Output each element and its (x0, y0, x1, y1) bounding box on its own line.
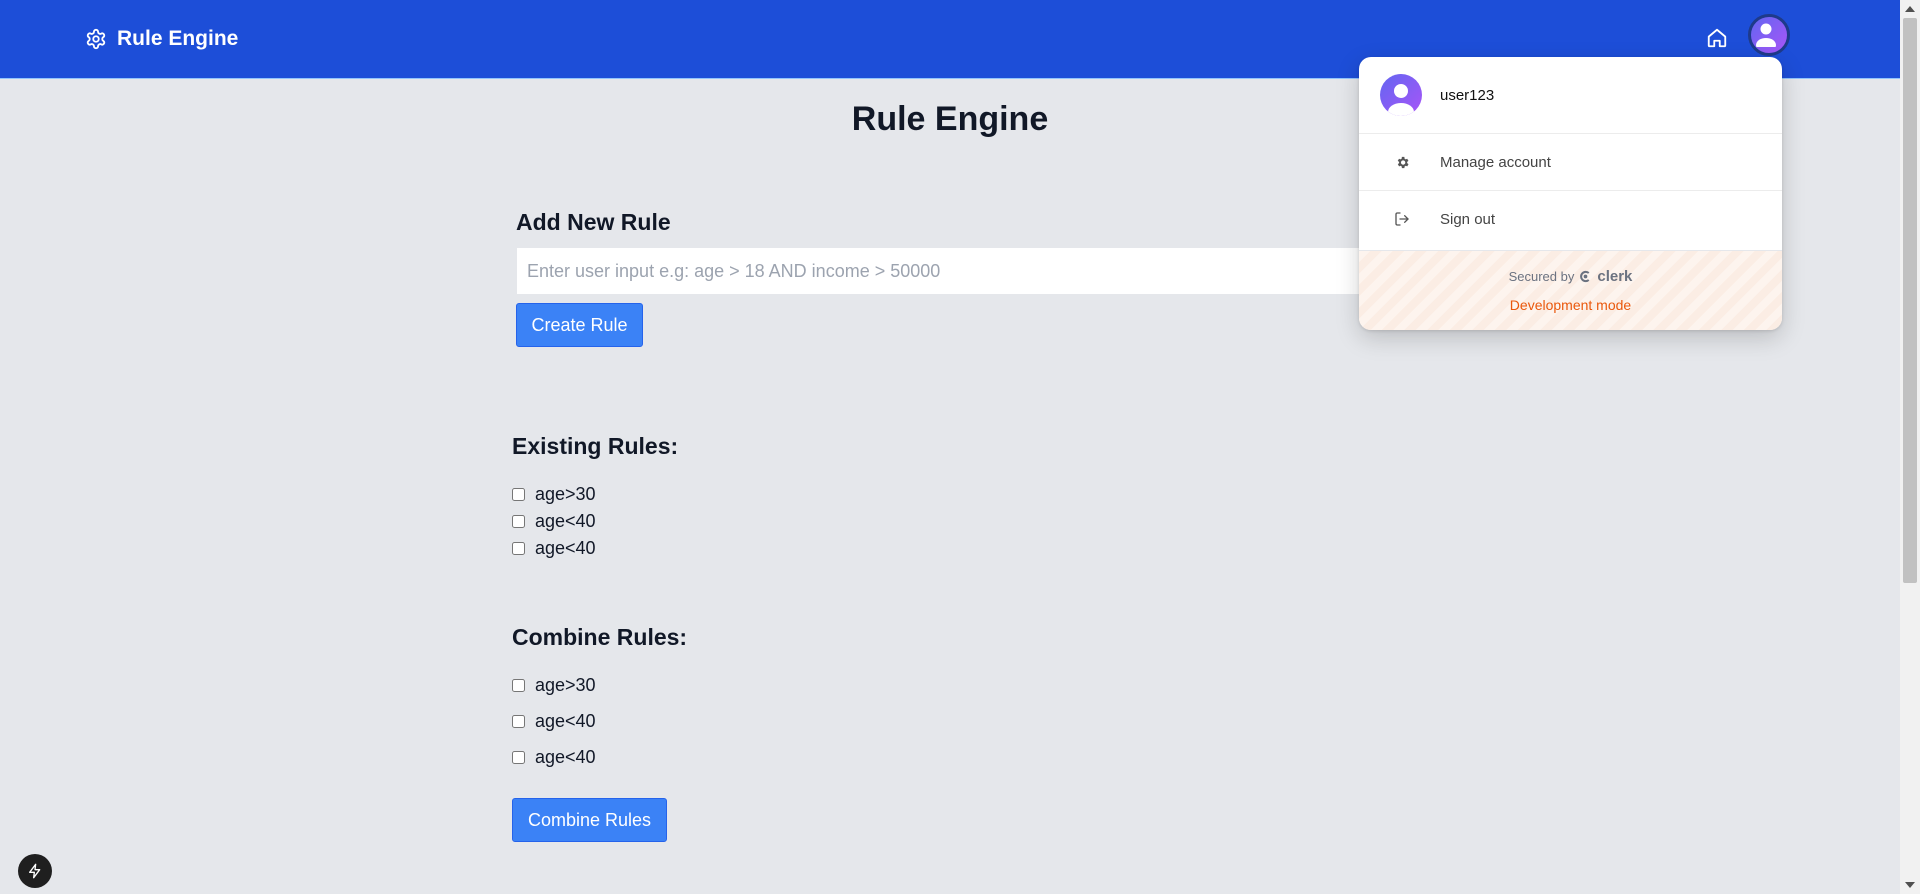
combine-rule-checkbox[interactable] (512, 714, 525, 728)
sign-out-button[interactable]: Sign out (1359, 191, 1782, 247)
list-item: age<40 (512, 739, 596, 775)
rule-label: age<40 (535, 538, 596, 558)
existing-rule-checkbox[interactable] (512, 488, 525, 501)
scroll-up-arrow-icon[interactable] (1905, 6, 1915, 12)
secured-by: Secured by clerk (1359, 268, 1782, 285)
list-item: age<40 (512, 703, 596, 739)
rule-label: age<40 (535, 511, 596, 531)
existing-rules-heading: Existing Rules: (512, 433, 679, 459)
create-rule-button[interactable]: Create Rule (516, 303, 643, 347)
existing-rule-checkbox[interactable] (512, 515, 525, 528)
scroll-thumb[interactable] (1903, 18, 1917, 583)
list-item: age>30 (512, 481, 596, 508)
list-item: age<40 (512, 535, 596, 562)
manage-account-label: Manage account (1440, 153, 1551, 171)
lightning-bolt-icon (27, 863, 43, 879)
gear-icon (85, 28, 107, 50)
combine-rule-checkbox[interactable] (512, 750, 525, 764)
avatar (1380, 74, 1422, 116)
user-avatar-icon (1756, 23, 1776, 52)
user-avatar-button[interactable] (1748, 14, 1790, 56)
add-rule-heading: Add New Rule (516, 209, 671, 235)
rule-label: age>30 (535, 484, 596, 504)
page-scrollbar[interactable] (1900, 0, 1920, 894)
combine-rule-checkbox[interactable] (512, 678, 525, 692)
secured-by-label: Secured by (1508, 269, 1575, 284)
home-icon (1706, 27, 1728, 49)
rule-label: age>30 (535, 674, 596, 695)
rule-label: age<40 (535, 746, 596, 767)
gear-icon (1392, 152, 1412, 172)
dev-tools-badge[interactable] (18, 854, 52, 888)
user-info: user123 (1359, 57, 1782, 134)
rule-input[interactable] (517, 248, 1417, 294)
home-button[interactable] (1699, 20, 1735, 56)
manage-account-button[interactable]: Manage account (1359, 134, 1782, 191)
combine-rules-heading: Combine Rules: (512, 624, 688, 650)
username: user123 (1440, 86, 1495, 104)
existing-rule-checkbox[interactable] (512, 542, 525, 555)
clerk-footer: Secured by clerk Development mode (1359, 250, 1782, 330)
sign-out-icon (1392, 209, 1412, 229)
combine-rules-list: age>30 age<40 age<40 (512, 667, 596, 775)
user-menu-popover: user123 Manage account Sign out Secured … (1359, 57, 1782, 330)
brand-link[interactable]: Rule Engine (85, 24, 238, 54)
user-avatar-icon (1388, 84, 1414, 116)
sign-out-label: Sign out (1440, 210, 1496, 228)
rule-label: age<40 (535, 710, 596, 731)
scroll-down-arrow-icon[interactable] (1905, 882, 1915, 888)
development-mode-label: Development mode (1509, 297, 1632, 313)
brand-label: Rule Engine (117, 27, 239, 50)
existing-rules-list: age>30 age<40 age<40 (512, 481, 596, 562)
list-item: age>30 (512, 667, 596, 703)
clerk-brand: clerk (1597, 268, 1633, 285)
clerk-logo-icon (1579, 270, 1592, 283)
combine-rules-button[interactable]: Combine Rules (512, 798, 667, 842)
list-item: age<40 (512, 508, 596, 535)
